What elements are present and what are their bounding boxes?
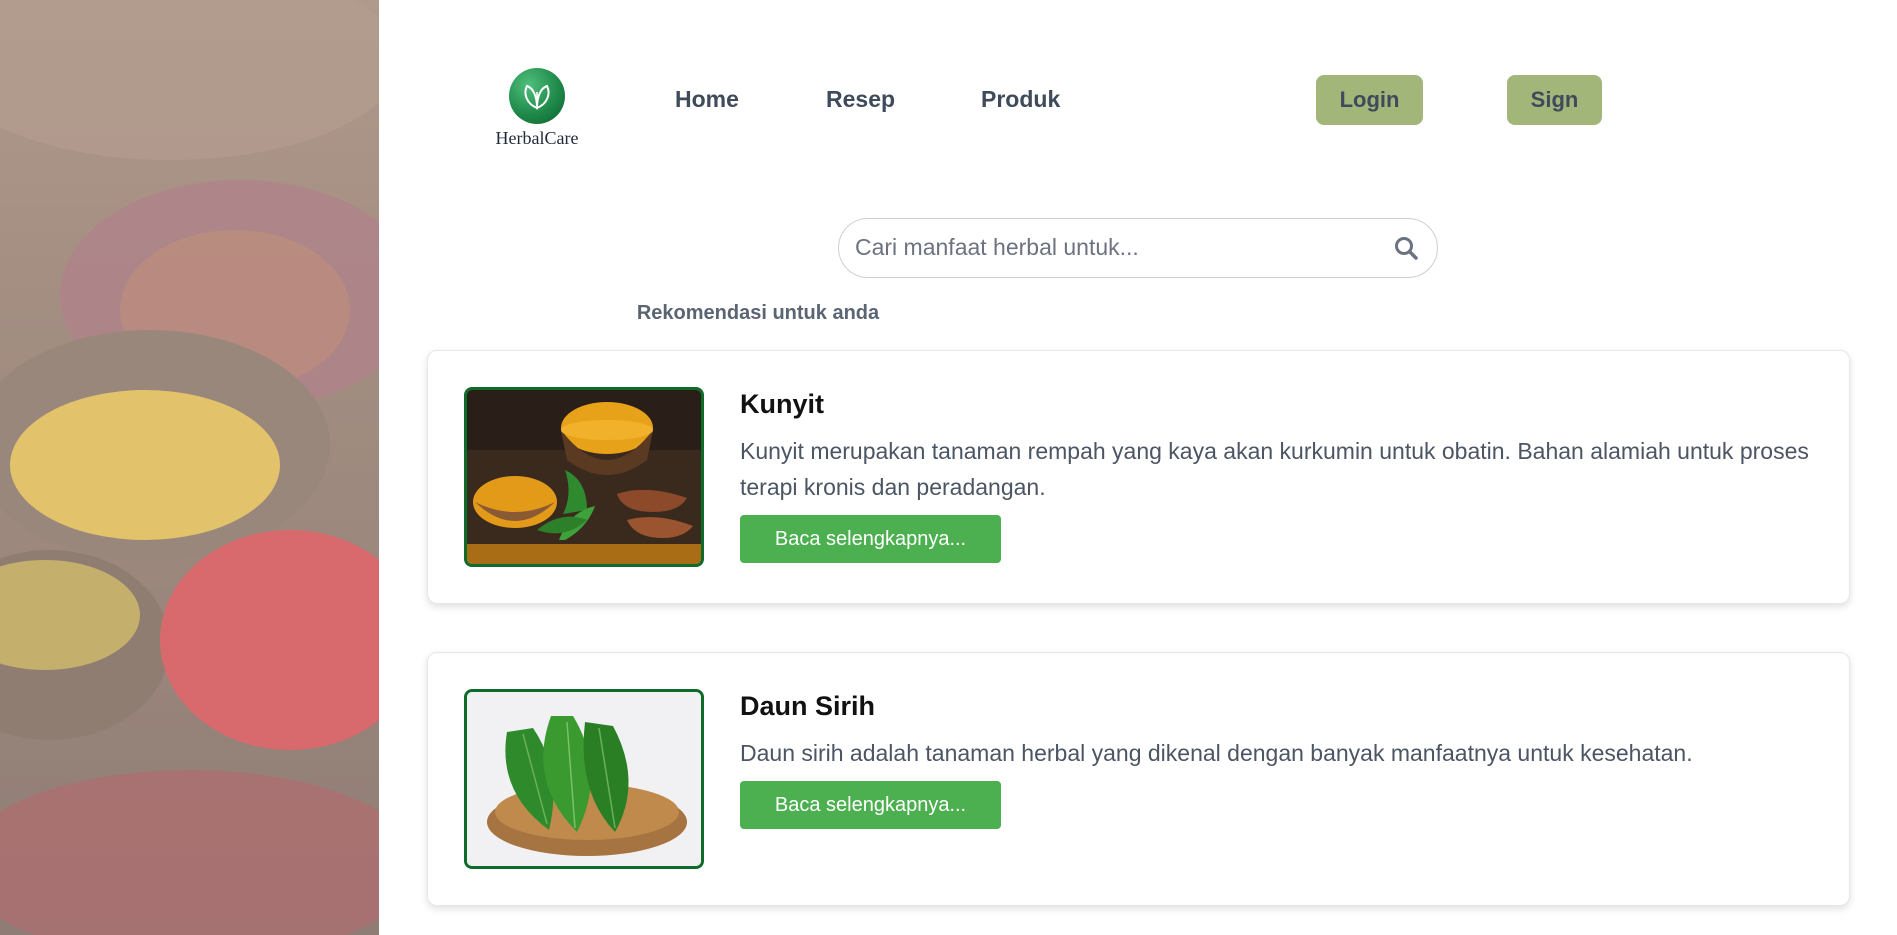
search-icon[interactable] — [1393, 235, 1419, 261]
main-content: HerbalCare Home Resep Produk Login Sign … — [379, 0, 1897, 935]
recommendation-card: Daun Sirih Daun sirih adalah tanaman her… — [427, 652, 1850, 906]
nav-link-resep[interactable]: Resep — [826, 86, 895, 113]
sign-button[interactable]: Sign — [1507, 75, 1602, 125]
recommendation-card: Kunyit Kunyit merupakan tanaman rempah y… — [427, 350, 1850, 604]
betel-leaf-image — [464, 689, 704, 869]
card-description: Daun sirih adalah tanaman herbal yang di… — [740, 740, 1693, 766]
brand-name: HerbalCare — [495, 128, 579, 148]
login-button[interactable]: Login — [1316, 75, 1423, 125]
recommendations-heading-text: Rekomendasi untuk anda — [636, 302, 880, 324]
read-more-button[interactable]: Baca selengkapnya... — [740, 515, 1001, 563]
search-bar — [838, 218, 1438, 278]
spices-background-image — [0, 0, 379, 935]
nav-link-produk[interactable]: Produk — [981, 86, 1060, 113]
recommendations-heading: Rekomendasi untuk anda — [379, 302, 1897, 325]
card-description: Kunyit merupakan tanaman rempah yang kay… — [740, 438, 1809, 500]
search-input[interactable] — [855, 219, 1375, 276]
card-title: Daun Sirih — [740, 691, 876, 721]
card-title: Kunyit — [740, 389, 824, 419]
leaf-icon — [509, 68, 565, 124]
nav-link-home[interactable]: Home — [675, 86, 739, 113]
read-more-button[interactable]: Baca selengkapnya... — [740, 781, 1001, 829]
turmeric-image — [464, 387, 704, 567]
brand-logo[interactable]: HerbalCare — [487, 68, 587, 148]
top-navbar: HerbalCare Home Resep Produk Login Sign — [379, 0, 1897, 200]
